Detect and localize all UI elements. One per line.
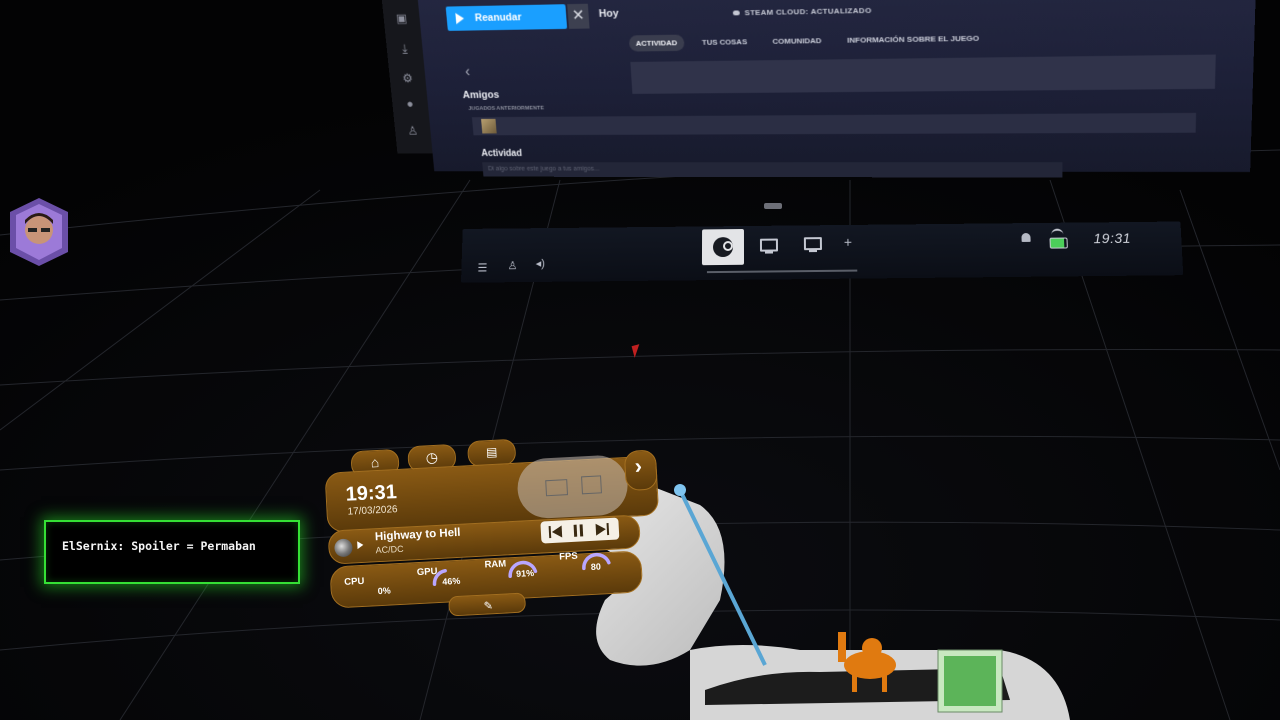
close-game-button[interactable]: ✕ [567, 4, 589, 29]
previously-played-label: JUGADOS ANTERIORMENTE [468, 106, 544, 112]
steam-game-page: Reanudar ✕ Hoy STEAM CLOUD: ACTUALIZADO … [416, 0, 1257, 172]
add-icon[interactable]: + [844, 234, 852, 250]
ram-label: RAM [484, 558, 506, 570]
window-thumb-icon [545, 479, 568, 496]
fps-label: FPS [559, 551, 578, 563]
steamvr-dashboard-bar: ☰ ♙ ◂) + 19:31 [461, 222, 1183, 283]
pause-icon[interactable] [574, 524, 585, 537]
chat-message: ElSernix: Spoiler = Permaban [62, 540, 287, 552]
steam-home-button[interactable] [702, 229, 744, 265]
window-thumb-icon [581, 475, 602, 494]
battery-icon [1049, 238, 1067, 249]
download-icon[interactable]: ⤓ [397, 43, 413, 56]
cloud-status: STEAM CLOUD: ACTUALIZADO [733, 6, 872, 17]
cpu-value: 0% [378, 586, 392, 597]
window-preview[interactable] [516, 454, 629, 520]
cpu-label: CPU [344, 576, 365, 588]
last-played-label: Hoy [599, 8, 619, 20]
fps-value: 80 [591, 561, 602, 572]
play-indicator-icon [357, 541, 363, 549]
monitor-icon[interactable] [804, 237, 822, 250]
streamer-avatar [10, 198, 68, 266]
content-strip [630, 55, 1215, 94]
wrist-clock: 19:31 [345, 481, 397, 507]
menu-icon[interactable]: ☰ [477, 261, 487, 274]
gpu-value: 46% [442, 576, 461, 587]
previous-icon[interactable] [549, 525, 564, 538]
dashboard-grab-handle[interactable] [764, 203, 782, 209]
resume-button[interactable]: Reanudar [446, 4, 568, 31]
friends-row [472, 113, 1196, 135]
play-icon [455, 13, 464, 24]
vr-icon[interactable]: ♙ [405, 125, 420, 138]
next-icon[interactable] [596, 523, 611, 536]
vr-headset-icon[interactable]: ♙ [507, 259, 517, 272]
media-controls [540, 517, 619, 543]
window-icon: ▤ [468, 440, 515, 464]
ram-value: 91% [516, 568, 535, 579]
friend-avatar[interactable] [481, 119, 497, 134]
tab-actividad[interactable]: ACTIVIDAD [629, 35, 685, 52]
pencil-icon: ✎ [483, 599, 493, 612]
chevron-right-icon: › [634, 453, 643, 479]
green-cube-object [938, 650, 1002, 712]
tab-informacion[interactable]: INFORMACIÓN SOBRE EL JUEGO [840, 30, 986, 49]
back-chevron-icon[interactable]: ‹ [464, 64, 470, 81]
chat-message-box: ElSernix: Spoiler = Permaban [44, 520, 300, 584]
activity-input[interactable]: Di algo sobre este juego a tus amigos... [482, 162, 1062, 177]
volume-icon[interactable]: ◂) [536, 257, 545, 270]
library-icon[interactable]: ▣ [394, 12, 410, 25]
settings-icon[interactable]: ⚙ [400, 72, 415, 85]
track-artist: AC/DC [375, 544, 404, 555]
tab-tus-cosas[interactable]: TUS COSAS [695, 33, 754, 50]
steam-logo-icon [713, 237, 733, 257]
activity-heading: Actividad [481, 149, 522, 159]
tab-comunidad[interactable]: COMUNIDAD [765, 32, 828, 49]
wireless-icon [1051, 229, 1063, 237]
bell-icon[interactable] [1021, 233, 1030, 242]
monitor-icon[interactable] [760, 239, 778, 252]
dashboard-clock: 19:31 [1093, 230, 1131, 246]
wrist-overlay: ⌂ ◷ ▤ 19:31 17/03/2026 › Highway to Hell… [315, 426, 684, 635]
resume-label: Reanudar [474, 12, 521, 24]
friends-heading: Amigos [462, 90, 499, 101]
controller-icon[interactable]: ● [402, 98, 417, 111]
steam-library-panel: ▣ ⤓ ⚙ ● ♙ Reanudar ✕ Hoy STEAM CLOUD: AC… [380, 0, 1257, 172]
game-tabs: ACTIVIDAD TUS COSAS COMUNIDAD INFORMACIÓ… [629, 30, 987, 52]
